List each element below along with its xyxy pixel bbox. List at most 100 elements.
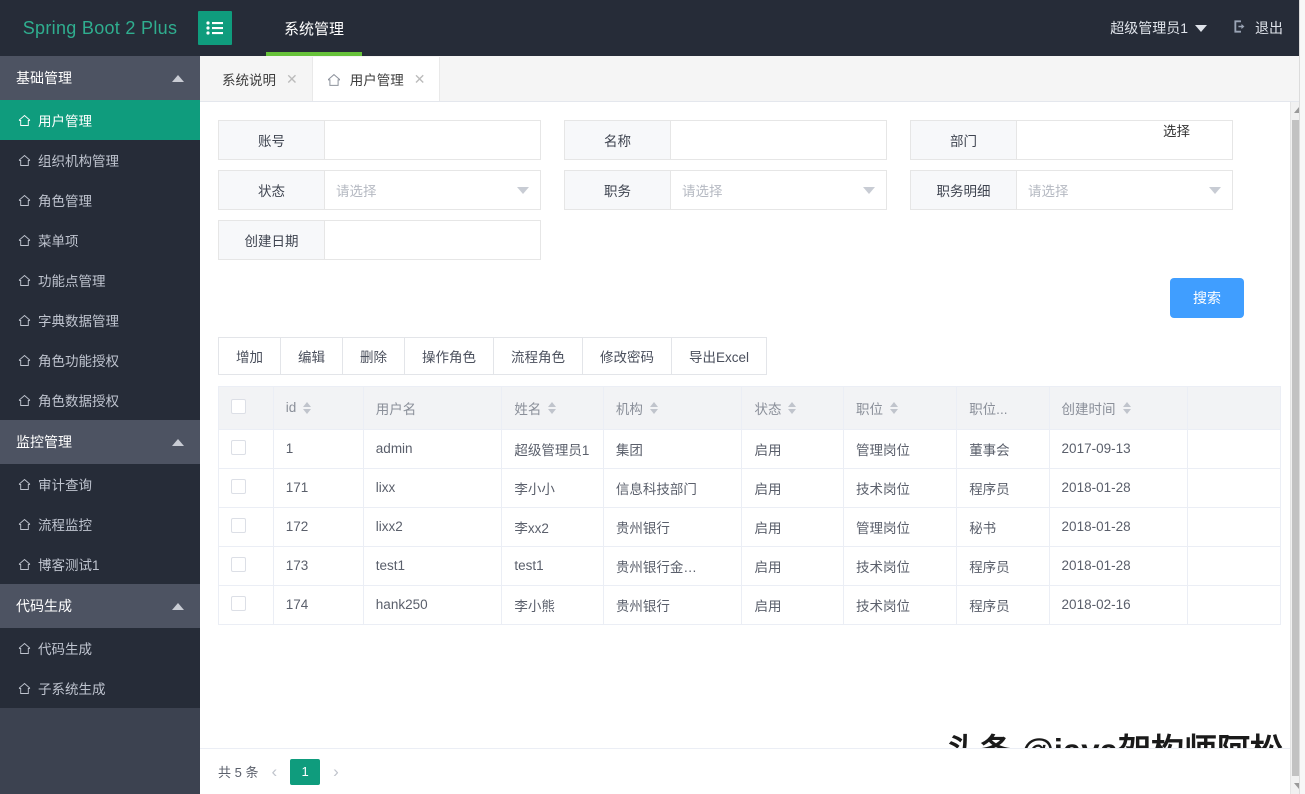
home-icon: [18, 154, 31, 167]
row-checkbox[interactable]: [231, 439, 246, 455]
cell-status: 启用: [741, 546, 845, 586]
export-excel-button[interactable]: 导出Excel: [671, 337, 768, 375]
column-header-created[interactable]: 创建时间: [1049, 387, 1189, 430]
sidebar-item-role-data-authorization[interactable]: 角色数据授权: [0, 380, 200, 420]
row-checkbox[interactable]: [231, 556, 246, 572]
add-button[interactable]: 增加: [218, 337, 280, 375]
cell-spacer: [1187, 468, 1280, 508]
column-header-id[interactable]: id: [273, 387, 364, 430]
sidebar-item-label: 角色管理: [38, 194, 92, 209]
home-icon: [327, 73, 340, 86]
field-status: 状态 请选择: [218, 170, 541, 210]
edit-button[interactable]: 编辑: [280, 337, 342, 375]
cell-post: 技术岗位: [843, 585, 958, 625]
sidebar-group-monitor-management[interactable]: 监控管理: [0, 420, 200, 464]
sidebar-item-function-point-management[interactable]: 功能点管理: [0, 260, 200, 300]
department-pick-link[interactable]: 选择: [1163, 120, 1190, 140]
department-input[interactable]: [1028, 132, 1221, 148]
sidebar-item-code-generation[interactable]: 代码生成: [0, 628, 200, 668]
chevron-left-icon[interactable]: ‹: [271, 762, 277, 782]
operation-role-button[interactable]: 操作角色: [404, 337, 493, 375]
name-input[interactable]: [682, 132, 875, 148]
sort-icon[interactable]: [303, 401, 312, 414]
sidebar-item-label: 博客测试1: [38, 558, 100, 573]
sidebar-item-blog-test-1[interactable]: 博客测试1: [0, 544, 200, 584]
column-label: 状态: [754, 401, 782, 417]
column-label: 机构: [615, 401, 643, 417]
close-icon[interactable]: ✕: [414, 72, 426, 86]
status-select[interactable]: 请选择: [325, 171, 540, 209]
sort-icon[interactable]: [890, 401, 899, 414]
cell-username: admin: [363, 429, 503, 469]
column-header-status[interactable]: 状态: [741, 387, 845, 430]
row-checkbox[interactable]: [231, 595, 246, 611]
field-create-date: 创建日期: [218, 220, 541, 260]
search-button-row: 搜索: [218, 260, 1281, 318]
position-select[interactable]: 请选择: [671, 171, 886, 209]
close-icon[interactable]: ✕: [286, 72, 298, 86]
sort-icon[interactable]: [649, 401, 658, 414]
page-scrollbar[interactable]: [1299, 0, 1305, 794]
sidebar-item-role-function-authorization[interactable]: 角色功能授权: [0, 340, 200, 380]
sidebar-group-label: 代码生成: [16, 598, 72, 614]
position-select-placeholder: 请选择: [682, 184, 723, 199]
position-detail-select[interactable]: 请选择: [1017, 171, 1232, 209]
user-name-label: 超级管理员1: [1110, 20, 1188, 36]
sort-icon[interactable]: [1122, 401, 1131, 414]
delete-button[interactable]: 删除: [342, 337, 404, 375]
row-checkbox[interactable]: [231, 517, 246, 533]
sidebar-item-menu-entry[interactable]: 菜单项: [0, 220, 200, 260]
sort-icon[interactable]: [788, 401, 797, 414]
sort-icon[interactable]: [548, 401, 557, 414]
table-row[interactable]: 174 hank250 李小熊 贵州银行 启用 技术岗位 程序员 2018-02…: [219, 585, 1280, 625]
chevron-right-icon[interactable]: ›: [333, 762, 339, 782]
menu-toggle-icon[interactable]: [198, 11, 232, 45]
table-row[interactable]: 172 lixx2 李xx2 贵州银行 启用 管理岗位 秘书 2018-01-2…: [219, 507, 1280, 547]
sidebar-group-basic-management[interactable]: 基础管理: [0, 56, 200, 100]
select-all-checkbox[interactable]: [231, 398, 246, 414]
create-date-input[interactable]: [336, 232, 529, 248]
table-row[interactable]: 1 admin 超级管理员1 集团 启用 管理岗位 董事会 2017-09-13: [219, 429, 1280, 469]
sidebar-submenu-monitor: 审计查询 流程监控 博客测试1: [0, 464, 200, 584]
column-header-username[interactable]: 用户名: [363, 387, 503, 430]
column-header-name[interactable]: 姓名: [501, 387, 604, 430]
tab-user-management[interactable]: 用户管理 ✕: [312, 57, 441, 101]
sidebar-item-user-management[interactable]: 用户管理: [0, 100, 200, 140]
sidebar-item-org-management[interactable]: 组织机构管理: [0, 140, 200, 180]
topnav-item-system-management[interactable]: 系统管理: [266, 0, 363, 56]
home-icon: [18, 518, 31, 531]
chevron-down-icon: [1209, 187, 1221, 194]
logout-button[interactable]: 退出: [1233, 18, 1283, 38]
cell-org: 集团: [603, 429, 743, 469]
sidebar-item-label: 字典数据管理: [38, 314, 119, 329]
cell-name: 李小熊: [501, 585, 604, 625]
table-row[interactable]: 173 test1 test1 贵州银行金… 启用 技术岗位 程序员 2018-…: [219, 546, 1280, 586]
cell-status: 启用: [741, 585, 845, 625]
field-label: 职务: [565, 171, 671, 209]
sidebar-item-process-monitor[interactable]: 流程监控: [0, 504, 200, 544]
sidebar-item-dictionary-data-management[interactable]: 字典数据管理: [0, 300, 200, 340]
cell-status: 启用: [741, 429, 845, 469]
sidebar-group-code-generation[interactable]: 代码生成: [0, 584, 200, 628]
user-menu[interactable]: 超级管理员1: [1110, 18, 1207, 38]
table-row[interactable]: 171 lixx 李小小 信息科技部门 启用 技术岗位 程序员 2018-01-…: [219, 468, 1280, 508]
tab-system-description[interactable]: 系统说明 ✕: [208, 57, 313, 101]
change-password-button[interactable]: 修改密码: [582, 337, 671, 375]
search-button[interactable]: 搜索: [1170, 278, 1244, 318]
position-detail-select-placeholder: 请选择: [1028, 184, 1069, 199]
process-role-button[interactable]: 流程角色: [493, 337, 582, 375]
column-header-org[interactable]: 机构: [603, 387, 743, 430]
row-checkbox[interactable]: [231, 478, 246, 494]
account-input[interactable]: [336, 132, 529, 148]
sidebar-item-role-management[interactable]: 角色管理: [0, 180, 200, 220]
column-header-post[interactable]: 职位: [843, 387, 958, 430]
column-header-post-detail[interactable]: 职位...: [956, 387, 1050, 430]
caret-up-icon: [172, 74, 184, 82]
sidebar-item-subsystem-generation[interactable]: 子系统生成: [0, 668, 200, 708]
sidebar-item-label: 用户管理: [38, 114, 92, 129]
sidebar-item-audit-query[interactable]: 审计查询: [0, 464, 200, 504]
cell-spacer: [1187, 585, 1280, 625]
topbar-right-group: 超级管理员1 退出: [1110, 18, 1305, 38]
cell-username: test1: [363, 546, 503, 586]
page-number-1[interactable]: 1: [290, 758, 321, 785]
